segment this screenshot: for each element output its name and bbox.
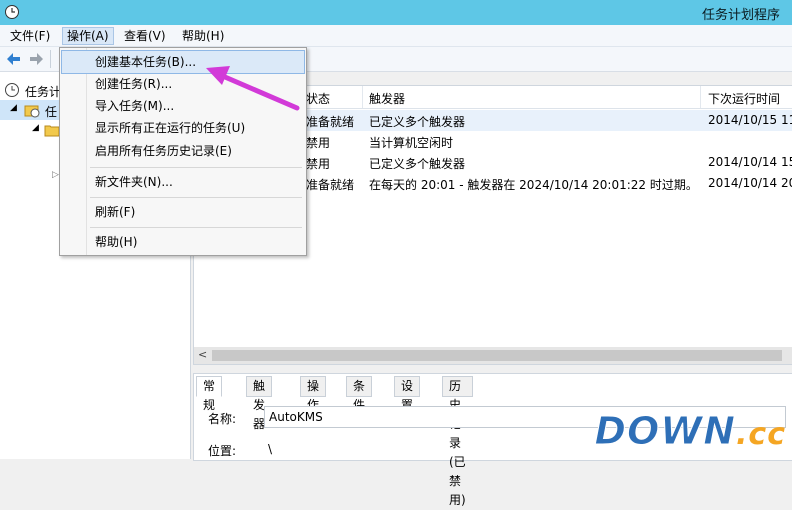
- collapsed-triangle-icon[interactable]: ▷: [52, 170, 59, 180]
- cell-status: 禁用: [306, 136, 331, 150]
- window-title: 任务计划程序: [701, 8, 780, 23]
- cell-next-run: 2014/10/14 15: [708, 155, 792, 169]
- menu-view[interactable]: 查看(V): [120, 28, 170, 44]
- tab-actions[interactable]: 操作: [300, 376, 327, 412]
- menu-item-show-running[interactable]: 显示所有正在运行的任务(U): [62, 117, 304, 139]
- cell-trigger: 在每天的 20:01 - 触发器在 2024/10/14 20:01:22 时过…: [369, 178, 698, 192]
- name-label: 名称:: [208, 412, 237, 426]
- menu-separator: [90, 197, 302, 198]
- menu-item-help[interactable]: 帮助(H): [62, 231, 304, 253]
- menu-item-enable-history[interactable]: 启用所有任务历史记录(E): [62, 140, 304, 162]
- tab-general[interactable]: 常规: [196, 376, 223, 412]
- menu-help[interactable]: 帮助(H): [178, 28, 228, 44]
- cell-status: 准备就绪: [306, 178, 355, 192]
- expand-triangle-icon[interactable]: ◢: [32, 123, 39, 133]
- cell-trigger: 已定义多个触发器: [369, 157, 466, 171]
- watermark-logo: DOWN.cc: [594, 409, 786, 454]
- clock-icon: [5, 83, 19, 97]
- folder-clock-icon: [24, 105, 40, 118]
- back-arrow-icon[interactable]: [6, 51, 22, 67]
- column-header-next-run[interactable]: 下次运行时间: [708, 90, 780, 107]
- menu-item-refresh[interactable]: 刷新(F): [62, 201, 304, 223]
- tab-history[interactable]: 历史记录(已禁用): [442, 376, 473, 507]
- toolbar-separator: [50, 50, 51, 68]
- location-label: 位置:: [208, 444, 237, 458]
- menu-separator: [90, 227, 302, 228]
- menu-bar: 文件(F) 操作(A) 查看(V) 帮助(H): [0, 25, 792, 47]
- column-header-trigger[interactable]: 触发器: [369, 90, 405, 107]
- scrollbar-thumb[interactable]: [212, 350, 782, 361]
- menu-item-new-folder[interactable]: 新文件夹(N)...: [62, 171, 304, 193]
- cell-status: 准备就绪: [306, 115, 355, 129]
- cell-trigger: 当计算机空闲时: [369, 136, 454, 150]
- cell-next-run: 2014/10/15 11: [708, 113, 792, 127]
- cell-next-run: 2014/10/14 20: [708, 176, 792, 190]
- horizontal-scrollbar[interactable]: <: [194, 347, 792, 364]
- location-value: \: [268, 442, 273, 456]
- title-bar: 任务计划程序: [0, 0, 792, 25]
- expand-triangle-icon[interactable]: ◢: [10, 103, 17, 113]
- cell-status: 禁用: [306, 157, 331, 171]
- menu-separator: [90, 167, 302, 168]
- folder-icon: [44, 125, 60, 137]
- tab-settings[interactable]: 设置: [394, 376, 421, 412]
- tab-triggers[interactable]: 触发器: [246, 376, 273, 431]
- menu-action[interactable]: 操作(A): [62, 27, 114, 45]
- tree-item-label: 任: [45, 105, 58, 119]
- annotation-arrow-icon: [206, 66, 300, 111]
- clock-icon: [5, 5, 19, 19]
- cell-trigger: 已定义多个触发器: [369, 115, 466, 129]
- menu-file[interactable]: 文件(F): [6, 28, 54, 44]
- tab-conditions[interactable]: 条件: [346, 376, 373, 412]
- name-value: AutoKMS: [269, 410, 323, 424]
- scroll-left-icon[interactable]: <: [198, 348, 207, 361]
- forward-arrow-icon[interactable]: [28, 51, 44, 67]
